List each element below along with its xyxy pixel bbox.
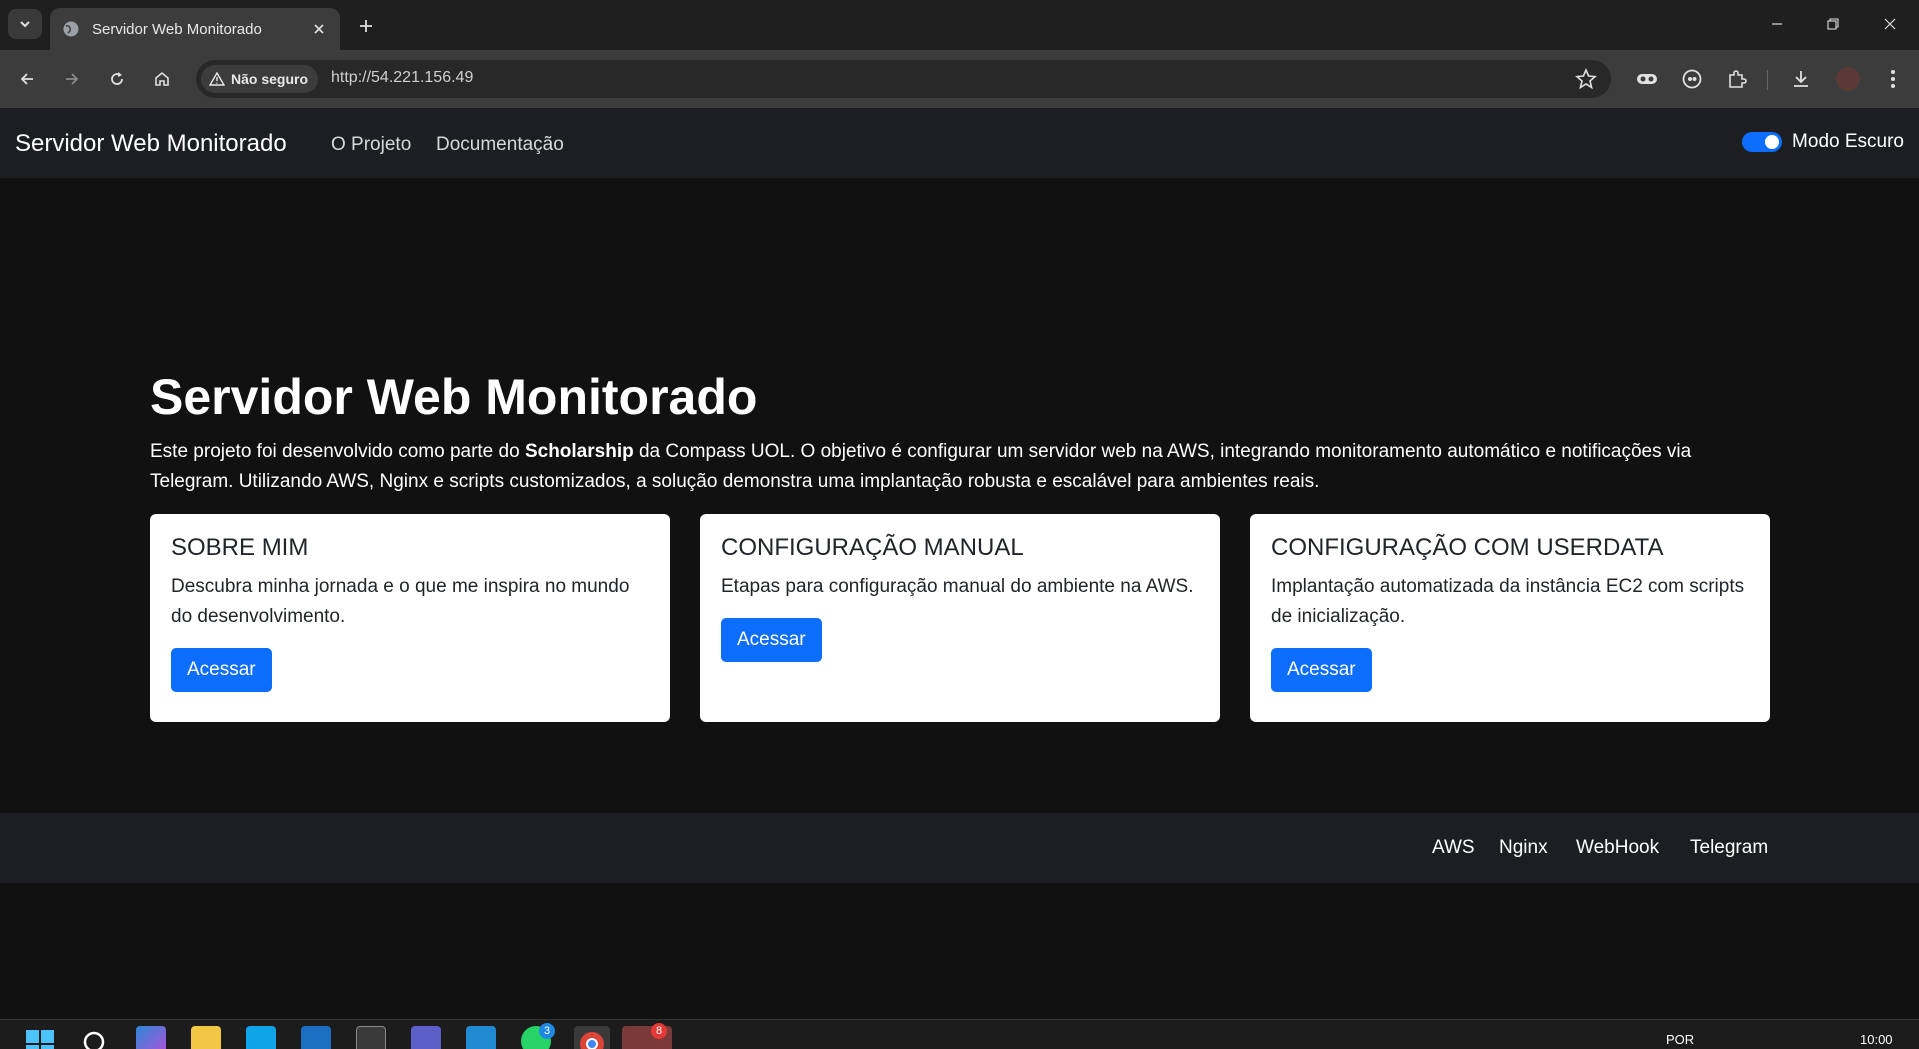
bookmark-star-icon[interactable] bbox=[1575, 68, 1597, 90]
site-navbar: Servidor Web Monitorado O Projeto Docume… bbox=[0, 108, 1919, 178]
back-button[interactable] bbox=[10, 62, 44, 96]
nav-link-documentacao[interactable]: Documentação bbox=[436, 134, 564, 156]
hero-description: Este projeto foi desenvolvido como parte… bbox=[150, 437, 1770, 497]
footer-link-aws[interactable]: AWS bbox=[1432, 837, 1475, 859]
whatsapp-badge: 3 bbox=[539, 1023, 555, 1039]
toolbar-separator bbox=[1767, 70, 1768, 90]
restore-icon bbox=[1827, 18, 1839, 30]
site-footer: AWS Nginx WebHook Telegram bbox=[0, 813, 1919, 883]
avatar bbox=[1836, 67, 1860, 91]
teams-icon[interactable] bbox=[411, 1026, 441, 1049]
footer-link-telegram[interactable]: Telegram bbox=[1690, 837, 1768, 859]
card-text: Implantação automatizada da instância EC… bbox=[1271, 576, 1745, 627]
card-configuracao-manual: CONFIGURAÇÃO MANUAL Etapas para configur… bbox=[700, 514, 1220, 722]
plus-icon bbox=[360, 20, 372, 32]
card-access-button[interactable]: Acessar bbox=[721, 618, 822, 662]
windows-start-icon[interactable] bbox=[26, 1026, 56, 1049]
web-page: Servidor Web Monitorado O Projeto Docume… bbox=[0, 108, 1919, 1019]
arrow-left-icon bbox=[20, 73, 33, 85]
card-access-button[interactable]: Acessar bbox=[1271, 648, 1372, 692]
extensions-puzzle-icon[interactable] bbox=[1722, 64, 1752, 94]
forward-button[interactable] bbox=[55, 62, 89, 96]
terminal-icon[interactable] bbox=[356, 1026, 386, 1049]
language-indicator[interactable]: POR bbox=[1666, 1032, 1694, 1047]
url-text[interactable]: http://54.221.156.49 bbox=[331, 69, 473, 87]
dark-mode-label: Modo Escuro bbox=[1792, 131, 1904, 152]
card-title: CONFIGURAÇÃO MANUAL bbox=[721, 534, 1024, 561]
vscode-icon[interactable] bbox=[466, 1026, 496, 1049]
extension-circle-icon[interactable] bbox=[1677, 64, 1707, 94]
chevron-down-icon bbox=[20, 21, 30, 28]
file-explorer-icon[interactable] bbox=[191, 1026, 221, 1049]
browser-tab[interactable]: Servidor Web Monitorado bbox=[50, 8, 340, 50]
minimize-icon bbox=[1772, 23, 1782, 25]
media-control-icon[interactable] bbox=[1632, 64, 1662, 94]
hero-text-bold: Scholarship bbox=[524, 441, 634, 462]
warning-icon bbox=[209, 71, 225, 86]
home-button[interactable] bbox=[145, 62, 179, 96]
restore-button[interactable] bbox=[1811, 8, 1855, 40]
site-brand[interactable]: Servidor Web Monitorado bbox=[15, 130, 287, 158]
reload-icon bbox=[111, 72, 123, 85]
close-window-button[interactable] bbox=[1868, 8, 1912, 40]
dark-mode-toggle[interactable]: Modo Escuro bbox=[1742, 131, 1904, 153]
card-configuracao-userdata: CONFIGURAÇÃO COM USERDATA Implantação au… bbox=[1250, 514, 1770, 722]
chrome-icon[interactable] bbox=[574, 1026, 610, 1049]
windows-taskbar: 3 8 POR 10:00 bbox=[0, 1019, 1919, 1049]
tab-title: Servidor Web Monitorado bbox=[92, 20, 262, 38]
download-icon[interactable] bbox=[1786, 64, 1816, 94]
card-text: Descubra minha jornada e o que me inspir… bbox=[171, 576, 630, 627]
hero-text-before: Este projeto foi desenvolvido como parte… bbox=[150, 441, 525, 462]
hero-title: Servidor Web Monitorado bbox=[150, 369, 758, 425]
mail-icon[interactable] bbox=[246, 1026, 276, 1049]
card-access-button[interactable]: Acessar bbox=[171, 648, 272, 692]
browser-tab-bar: Servidor Web Monitorado bbox=[0, 0, 1919, 50]
card-sobre-mim: SOBRE MIM Descubra minha jornada e o que… bbox=[150, 514, 670, 722]
dark-mode-switch[interactable] bbox=[1742, 132, 1783, 152]
copilot-icon[interactable] bbox=[136, 1026, 166, 1049]
telegram-badge: 8 bbox=[651, 1023, 667, 1039]
nav-link-projeto[interactable]: O Projeto bbox=[331, 134, 411, 156]
globe-icon bbox=[63, 21, 79, 37]
address-bar[interactable]: Não seguro http://54.221.156.49 bbox=[196, 60, 1611, 98]
new-tab-button[interactable] bbox=[352, 12, 380, 40]
card-title: SOBRE MIM bbox=[171, 534, 309, 561]
search-icon[interactable] bbox=[80, 1026, 110, 1049]
browser-menu-icon[interactable] bbox=[1878, 64, 1908, 94]
clock-time[interactable]: 10:00 bbox=[1860, 1032, 1893, 1047]
browser-toolbar: Não seguro http://54.221.156.49 bbox=[0, 50, 1919, 108]
footer-link-nginx[interactable]: Nginx bbox=[1499, 837, 1548, 859]
security-chip-label: Não seguro bbox=[231, 71, 309, 87]
arrow-right-icon bbox=[66, 73, 79, 85]
close-icon bbox=[1884, 18, 1896, 30]
footer-link-webhook[interactable]: WebHook bbox=[1576, 837, 1659, 859]
card-title: CONFIGURAÇÃO COM USERDATA bbox=[1271, 534, 1664, 561]
profile-avatar[interactable] bbox=[1833, 64, 1863, 94]
reload-button[interactable] bbox=[100, 62, 134, 96]
outlook-icon[interactable] bbox=[301, 1026, 331, 1049]
security-chip[interactable]: Não seguro bbox=[201, 65, 319, 93]
close-tab-icon[interactable] bbox=[310, 20, 328, 38]
tab-search-button[interactable] bbox=[8, 9, 42, 39]
home-icon bbox=[155, 71, 169, 86]
card-text: Etapas para configuração manual do ambie… bbox=[721, 576, 1194, 597]
minimize-button[interactable] bbox=[1755, 8, 1799, 40]
